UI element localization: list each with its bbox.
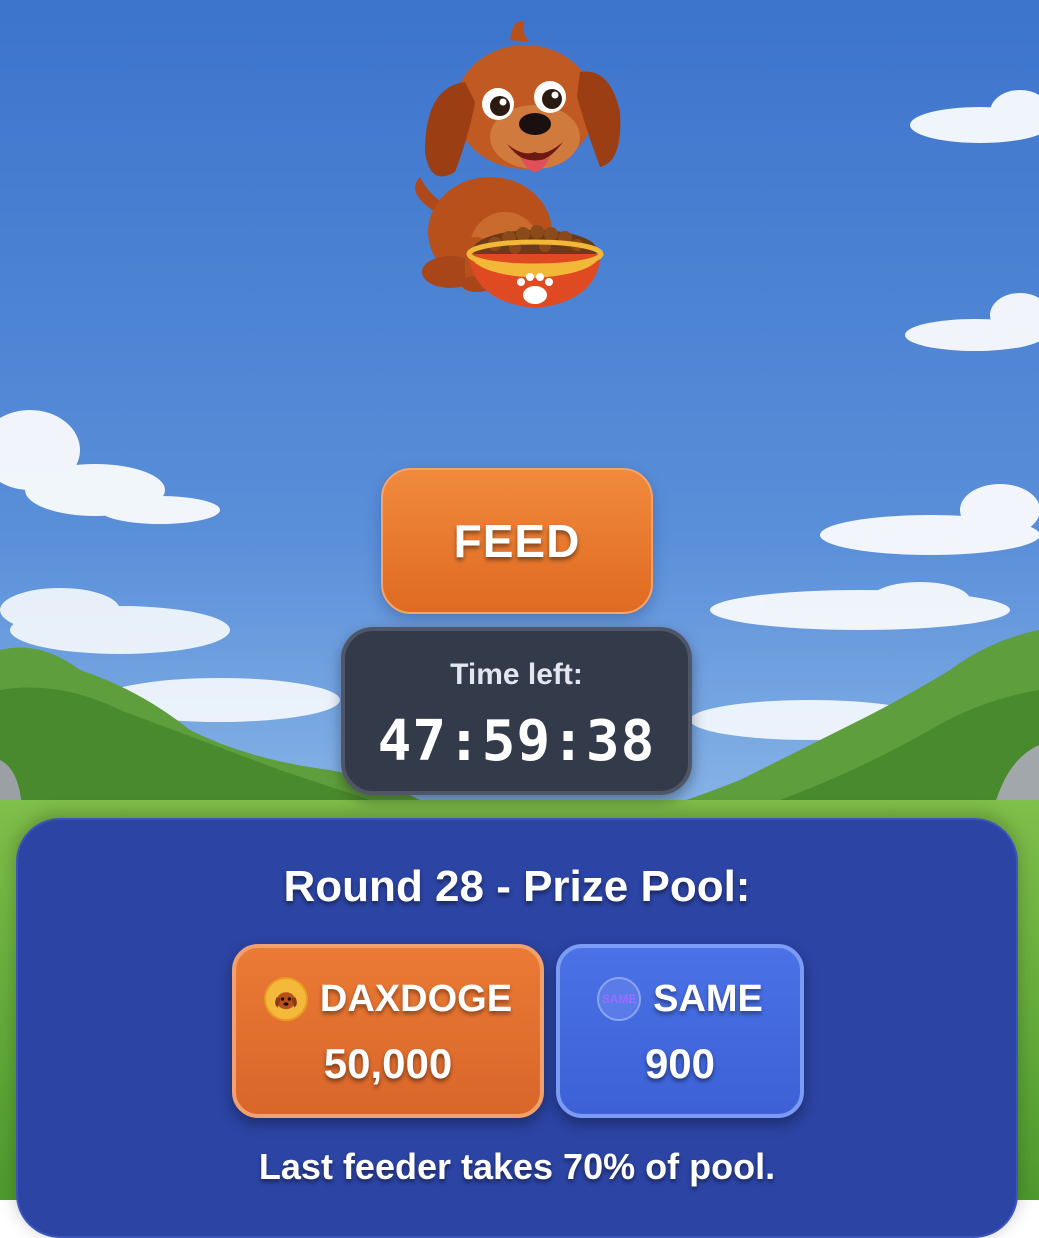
timer-label: Time left:: [450, 658, 583, 691]
prize-pool-panel: Round 28 - Prize Pool: DAXDOGE 50,000 SA…: [16, 818, 1018, 1238]
token-name-daxdoge: DAXDOGE: [319, 977, 513, 1020]
prize-pool-title: Round 28 - Prize Pool:: [283, 862, 751, 911]
same-coin-icon-text: SAME: [601, 992, 637, 1006]
token-card-same: SAME SAME 900: [556, 944, 804, 1118]
dog-coin-icon: [263, 977, 308, 1021]
same-coin-icon: SAME: [597, 977, 642, 1021]
token-card-daxdoge: DAXDOGE 50,000: [232, 944, 544, 1118]
dog-mascot: [395, 12, 635, 317]
token-name-same: SAME: [653, 977, 763, 1020]
countdown-timer: Time left: 47:59:38: [341, 627, 692, 795]
feed-button-label: FEED: [453, 515, 581, 567]
feed-button[interactable]: FEED: [381, 468, 653, 614]
payout-note: Last feeder takes 70% of pool.: [258, 1146, 776, 1187]
dog-with-bowl-icon: [415, 21, 621, 308]
token-amount-same: 900: [644, 1040, 716, 1087]
token-amount-daxdoge: 50,000: [323, 1040, 453, 1087]
timer-value: 47:59:38: [377, 709, 656, 774]
